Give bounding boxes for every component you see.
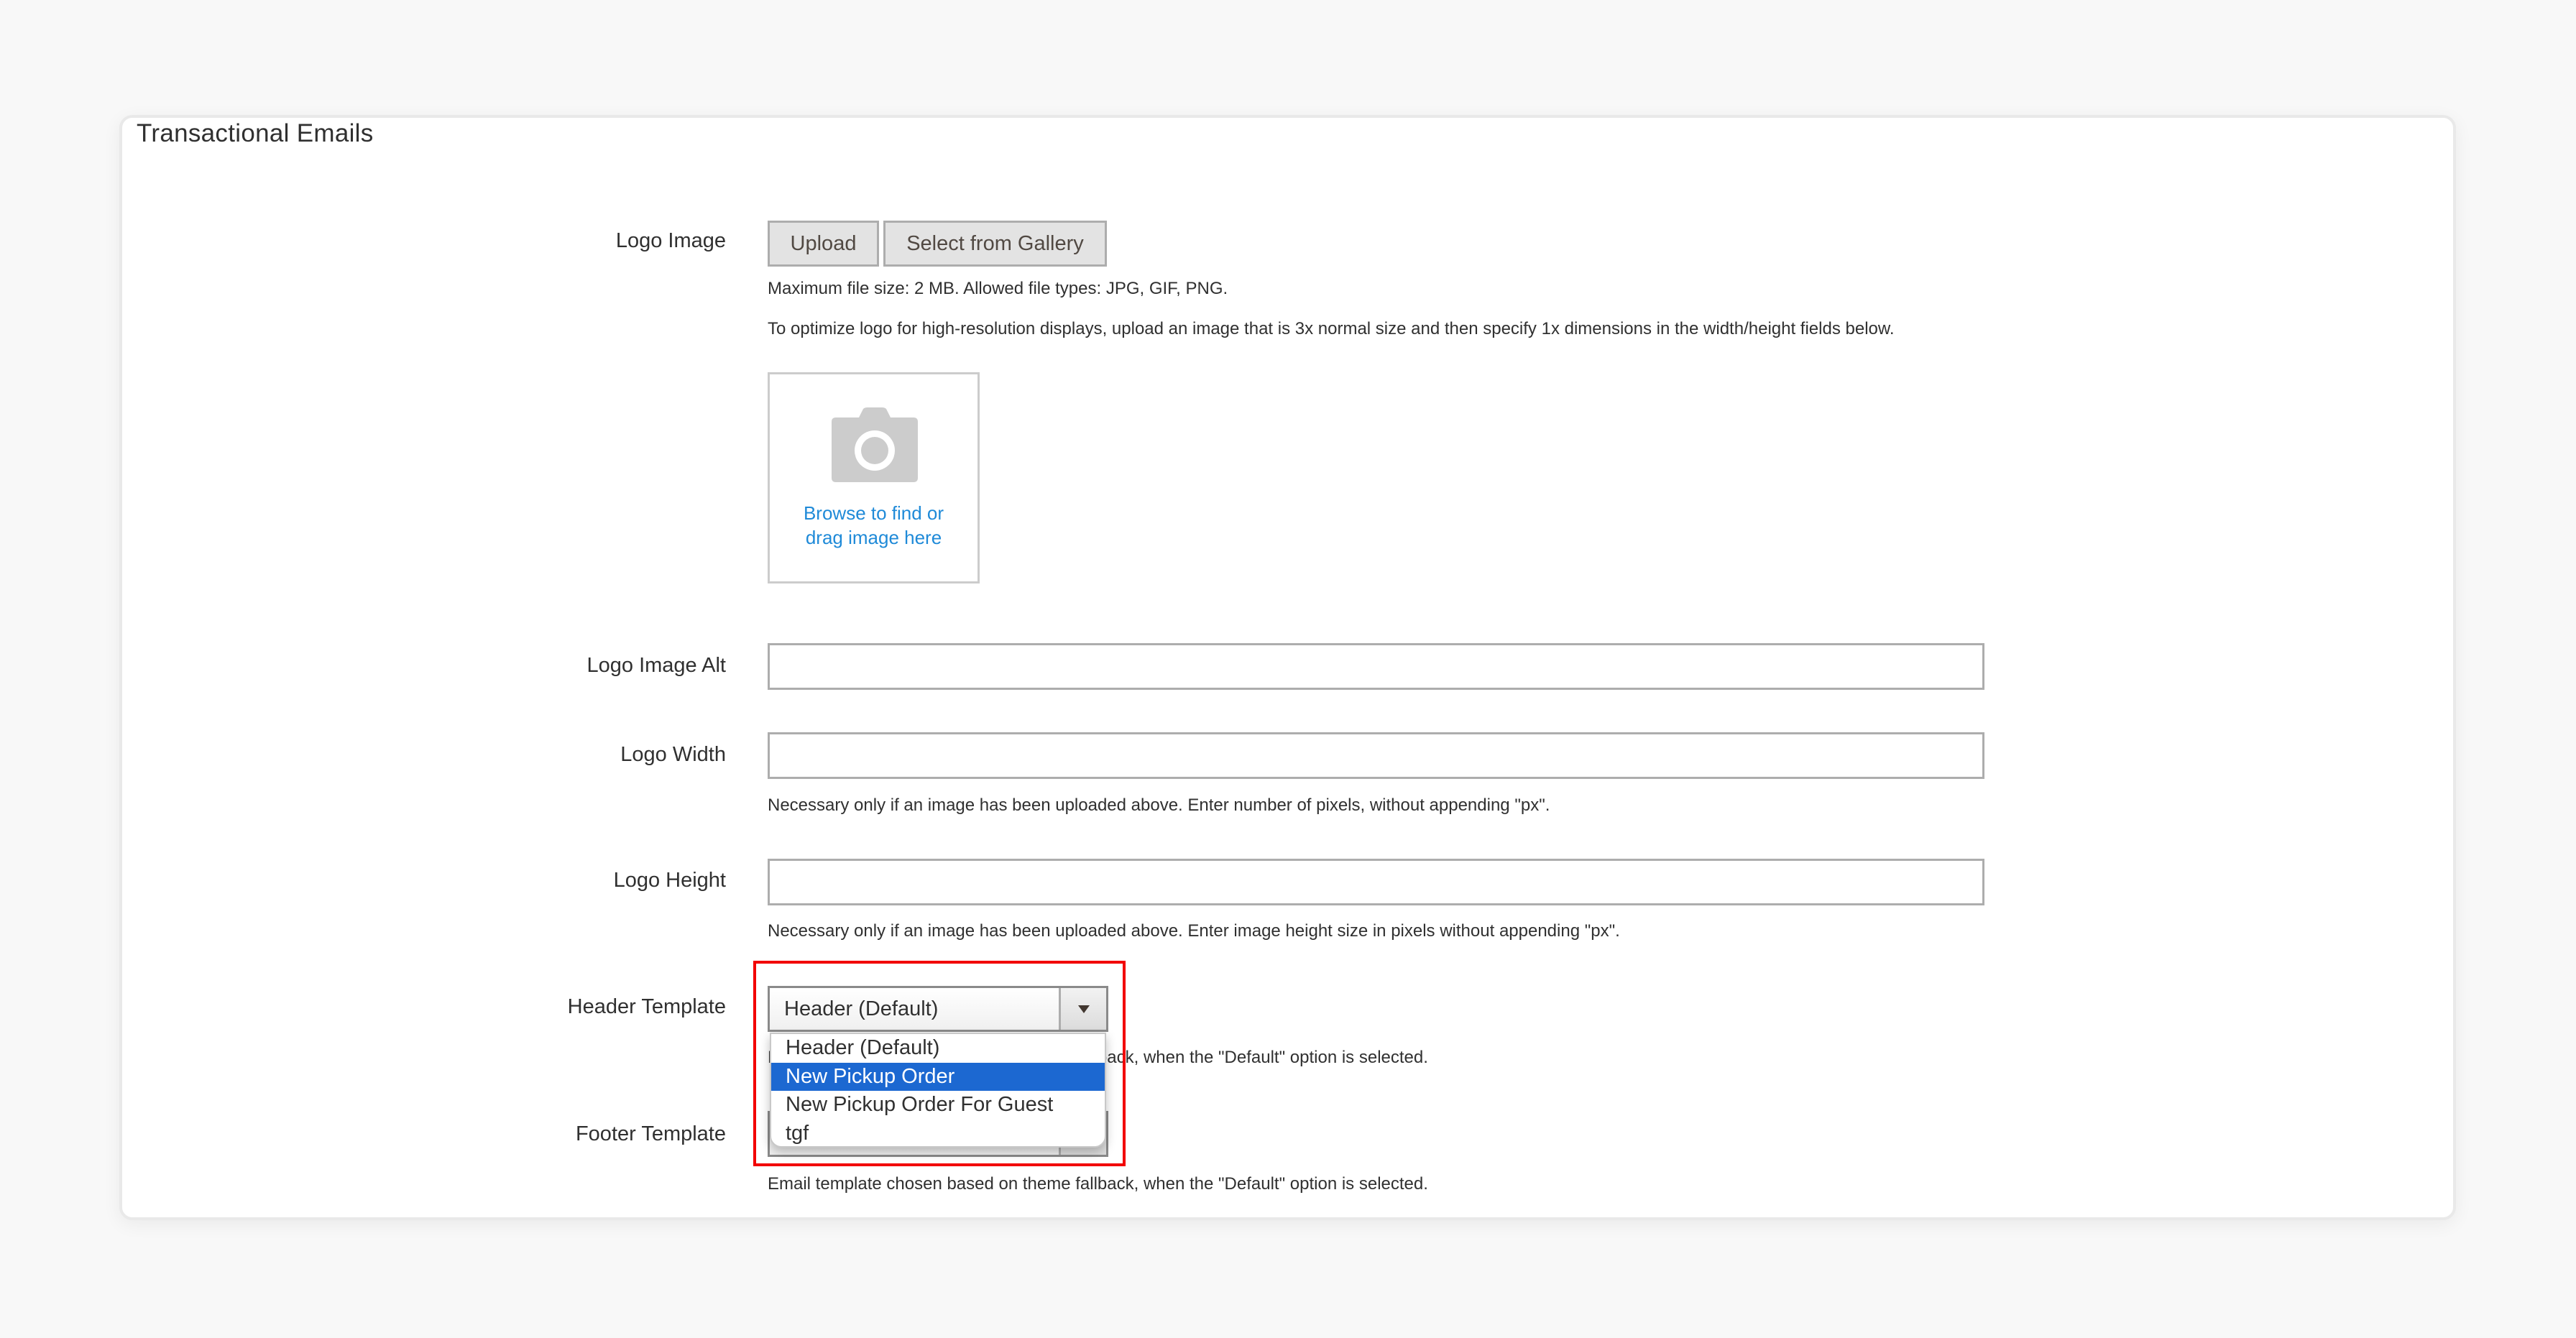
- dropdown-option[interactable]: tgf: [771, 1120, 1105, 1147]
- header-template-options-list: Header (Default) New Pickup Order New Pi…: [770, 1033, 1106, 1148]
- upload-button[interactable]: Upload: [768, 221, 879, 267]
- logo-file-size-note: Maximum file size: 2 MB. Allowed file ty…: [768, 279, 1228, 298]
- header-template-select[interactable]: Header (Default): [768, 986, 1108, 1032]
- dropzone-link[interactable]: Browse to find or drag image here: [770, 501, 978, 550]
- image-dropzone[interactable]: Browse to find or drag image here: [768, 372, 980, 583]
- section-title: Transactional Emails: [137, 119, 374, 147]
- logo-height-input[interactable]: [768, 859, 1984, 905]
- footer-template-label: Footer Template: [575, 1122, 726, 1145]
- logo-width-label: Logo Width: [620, 743, 726, 766]
- footer-template-note: Email template chosen based on theme fal…: [768, 1174, 1428, 1194]
- logo-width-input[interactable]: [768, 732, 1984, 779]
- logo-image-alt-input[interactable]: [768, 643, 1984, 690]
- logo-image-alt-label: Logo Image Alt: [586, 654, 726, 677]
- dropdown-option[interactable]: New Pickup Order For Guest: [771, 1091, 1105, 1120]
- chevron-down-icon[interactable]: [1059, 988, 1106, 1030]
- dropdown-option-highlighted[interactable]: New Pickup Order: [771, 1062, 1105, 1091]
- logo-width-note: Necessary only if an image has been uplo…: [768, 795, 1550, 815]
- logo-height-label: Logo Height: [613, 869, 726, 892]
- header-template-selected-value: Header (Default): [784, 997, 939, 1020]
- logo-image-label: Logo Image: [615, 229, 726, 252]
- dropdown-option[interactable]: Header (Default): [771, 1034, 1105, 1063]
- logo-resolution-note: To optimize logo for high-resolution dis…: [768, 319, 1895, 338]
- header-template-label: Header Template: [567, 995, 726, 1018]
- logo-height-note: Necessary only if an image has been uplo…: [768, 921, 1620, 941]
- camera-icon: [832, 407, 918, 482]
- select-from-gallery-button[interactable]: Select from Gallery: [883, 221, 1107, 267]
